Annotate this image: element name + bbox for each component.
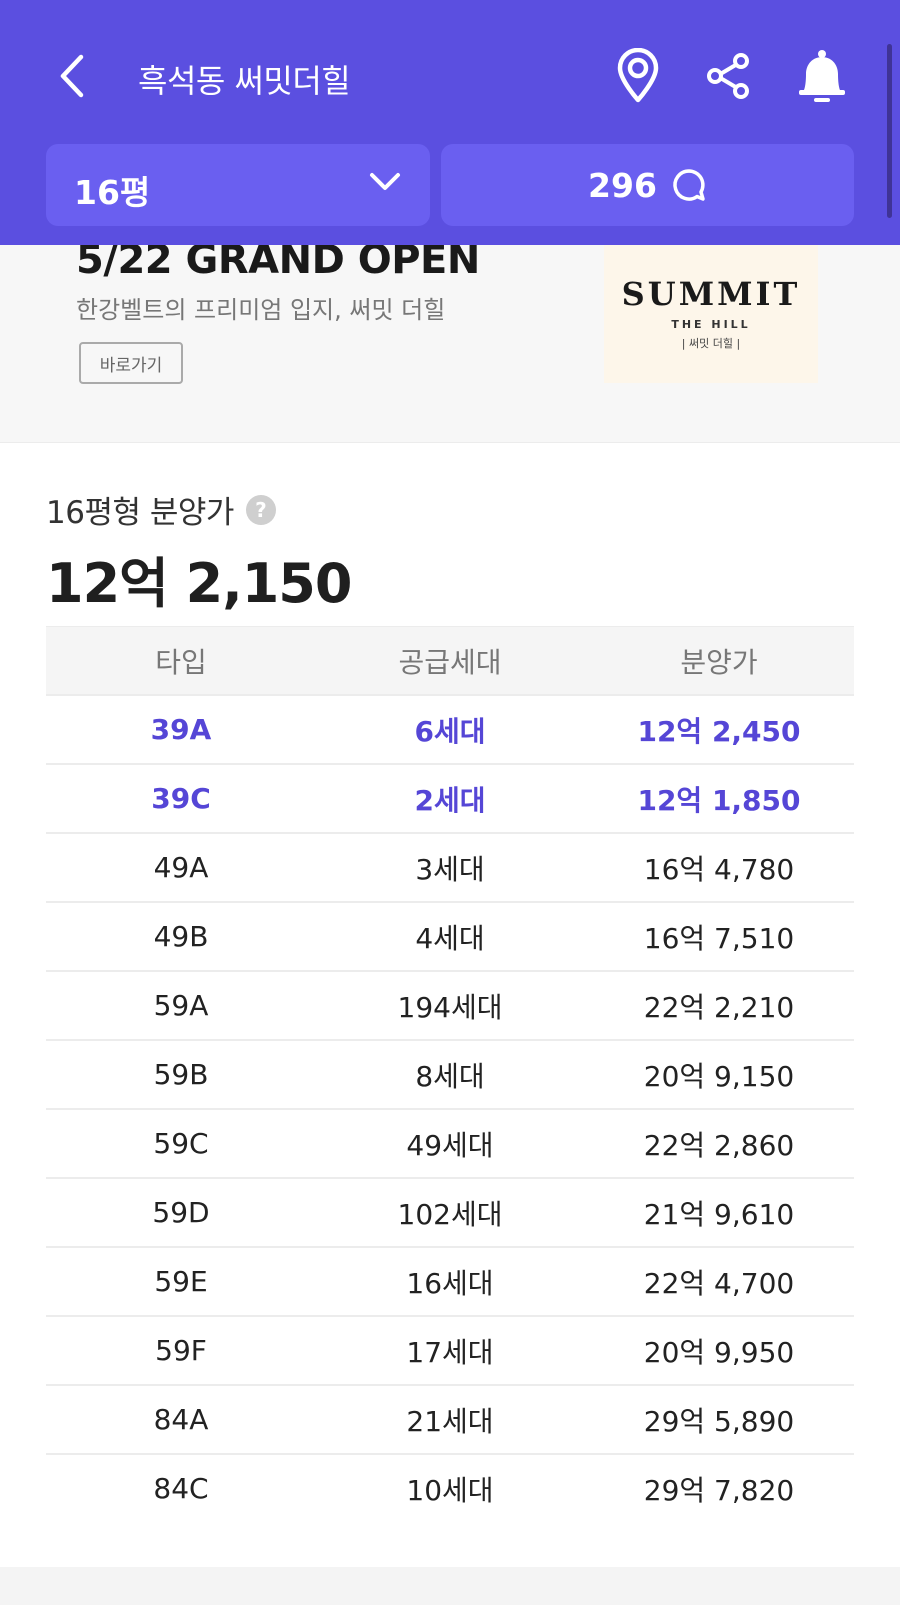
price-label-row: 16평형 분양가 ? (46, 487, 276, 532)
notification-button[interactable] (792, 46, 852, 106)
row-type: 59B (153, 1058, 209, 1091)
row-type: 59E (154, 1265, 208, 1298)
speech-bubble-icon (673, 169, 705, 201)
table-row: 59A 194세대 22억 2,210 (46, 970, 854, 1039)
help-icon[interactable]: ? (245, 494, 276, 525)
row-type: 59F (155, 1334, 207, 1367)
header-type: 타입 (155, 645, 207, 679)
back-button[interactable] (44, 48, 100, 104)
top-bar: 흑석동 써밋더힐 (0, 40, 900, 112)
table-row: 59E 16세대 22억 4,700 (46, 1246, 854, 1315)
share-button[interactable] (698, 46, 758, 106)
table-row: 59C 49세대 22억 2,860 (46, 1108, 854, 1177)
table-row: 84A 21세대 29억 5,890 (46, 1384, 854, 1453)
row-price: 22억 2,210 (643, 990, 795, 1024)
row-units: 21세대 (406, 1404, 494, 1438)
row-price: 22억 4,700 (643, 1266, 795, 1300)
row-units: 4세대 (415, 921, 485, 955)
row-units: 194세대 (397, 990, 503, 1024)
table-row: 59F 17세대 20억 9,950 (46, 1315, 854, 1384)
banner-link-button[interactable]: 바로가기 (79, 342, 183, 384)
section-divider (0, 1567, 900, 1605)
row-type: 59A (153, 989, 209, 1022)
logo-main-text: SUMMIT (621, 274, 801, 313)
table-row: 59B 8세대 20억 9,150 (46, 1039, 854, 1108)
row-type: 84A (153, 1403, 209, 1436)
table-row: 39A 6세대 12억 2,450 (46, 694, 854, 763)
app-header: 흑석동 써밋더힐 16평 296 (0, 0, 900, 245)
table-row: 49B 4세대 16억 7,510 (46, 901, 854, 970)
row-units: 10세대 (406, 1473, 494, 1507)
row-price: 20억 9,150 (643, 1059, 795, 1093)
price-table: 타입 공급세대 분양가 39A 6세대 12억 2,450 39C 2세대 12억 1,8… (46, 626, 854, 1522)
chevron-left-icon (60, 54, 84, 98)
row-type: 84C (153, 1472, 209, 1505)
row-price: 16억 7,510 (643, 921, 795, 955)
bell-icon (799, 50, 845, 102)
size-dropdown-value: 16평 (74, 173, 151, 212)
row-units: 16세대 (406, 1266, 494, 1300)
row-units: 102세대 (397, 1197, 503, 1231)
price-value: 12억 2,150 (46, 552, 352, 615)
logo-sub-text: THE HILL (671, 317, 751, 331)
row-units: 8세대 (415, 1059, 485, 1093)
promo-banner[interactable]: 5/22 GRAND OPEN 한강벨트의 프리미엄 입지, 써밋 더힐 바로가… (0, 237, 900, 443)
logo-korean-text: | 써밋 더힐 | (681, 336, 741, 350)
price-label: 16평형 분양가 (46, 495, 234, 531)
row-price: 12억 1,850 (637, 783, 801, 817)
row-type: 59C (153, 1127, 209, 1160)
row-units: 2세대 (414, 783, 486, 817)
location-pin-icon (617, 48, 659, 103)
row-price: 29억 7,820 (643, 1473, 795, 1507)
banner-subtext: 한강벨트의 프리미엄 입지, 써밋 더힐 (76, 296, 446, 324)
table-row: 59D 102세대 21억 9,610 (46, 1177, 854, 1246)
table-row: 39C 2세대 12억 1,850 (46, 763, 854, 832)
row-price: 16억 4,780 (643, 852, 795, 886)
row-type: 49B (153, 920, 209, 953)
chevron-down-icon (370, 173, 400, 190)
row-units: 6세대 (414, 714, 486, 748)
table-header: 타입 공급세대 분양가 (46, 626, 854, 694)
row-type: 59D (152, 1196, 210, 1229)
comment-count: 296 (588, 165, 657, 205)
page-title: 흑석동 써밋더힐 (138, 62, 351, 100)
row-price: 12억 2,450 (637, 714, 801, 748)
share-icon (707, 53, 749, 99)
table-row: 84C 10세대 29억 7,820 (46, 1453, 854, 1522)
row-type: 39A (150, 713, 212, 746)
row-units: 49세대 (406, 1128, 494, 1162)
row-type: 39C (151, 782, 211, 815)
size-dropdown[interactable]: 16평 (46, 144, 430, 226)
row-price: 21억 9,610 (643, 1197, 795, 1231)
summit-logo: SUMMIT THE HILL | 써밋 더힐 | (604, 245, 818, 383)
row-units: 3세대 (415, 852, 485, 886)
header-units: 공급세대 (398, 645, 502, 679)
row-price: 22억 2,860 (643, 1128, 795, 1162)
row-price: 20억 9,950 (643, 1335, 795, 1369)
row-units: 17세대 (406, 1335, 494, 1369)
table-row: 49A 3세대 16억 4,780 (46, 832, 854, 901)
table-body: 39A 6세대 12억 2,450 39C 2세대 12억 1,850 49A 3세대 16억 … (46, 694, 854, 1522)
header-price: 분양가 (680, 645, 758, 679)
comments-button[interactable]: 296 (441, 144, 854, 226)
header-controls: 16평 296 (46, 144, 854, 226)
row-price: 29억 5,890 (643, 1404, 795, 1438)
map-button[interactable] (608, 46, 668, 106)
row-type: 49A (153, 851, 209, 884)
